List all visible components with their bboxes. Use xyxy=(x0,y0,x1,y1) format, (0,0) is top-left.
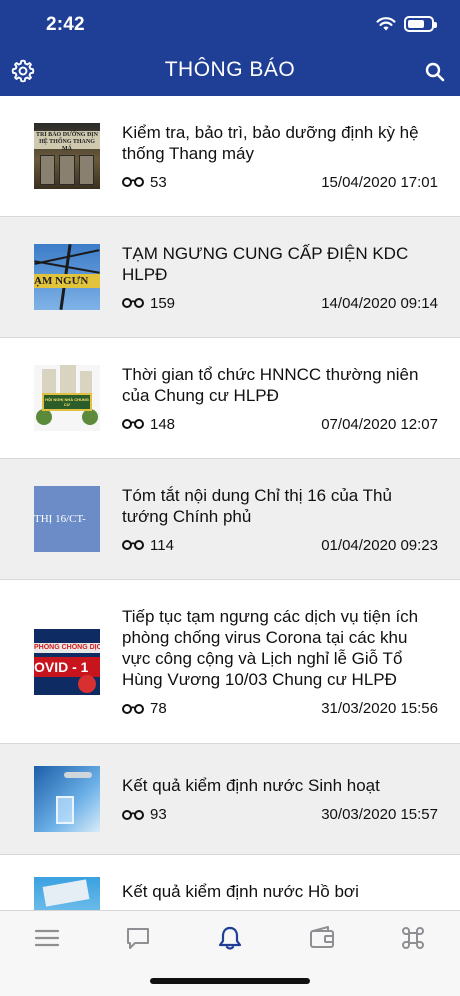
thumbnail-image xyxy=(34,877,100,910)
view-count: 53 xyxy=(150,173,167,191)
item-title: TẠM NGƯNG CUNG CẤP ĐIỆN KDC HLPĐ xyxy=(122,243,409,284)
thumbnail-text: ẠM NGƯN xyxy=(34,274,100,288)
glasses-icon xyxy=(122,419,144,429)
page-title: THÔNG BÁO xyxy=(164,58,296,81)
notification-list[interactable]: TRÌ BẢO DƯỠNG ĐỊN HỆ THỐNG THANG MÁ Kiểm… xyxy=(0,96,460,910)
bell-icon[interactable] xyxy=(216,925,244,951)
list-item[interactable]: TRÌ BẢO DƯỠNG ĐỊN HỆ THỐNG THANG MÁ Kiểm… xyxy=(0,96,460,217)
item-date: 30/03/2020 15:57 xyxy=(321,806,438,823)
item-date: 01/04/2020 09:23 xyxy=(321,536,438,554)
thumbnail-image: HỘI NGHỊ NHÀ CHUNG CƯ xyxy=(34,365,100,431)
glasses-icon xyxy=(122,703,144,714)
item-content: Thời gian tổ chức HNNCC thường niên của … xyxy=(100,364,460,433)
status-time: 2:42 xyxy=(46,14,85,35)
view-count: 159 xyxy=(150,294,176,312)
thumbnail-text: PHÒNG CHỐNG DỊCH BỆNH xyxy=(34,642,100,653)
item-meta: 93 30/03/2020 15:57 xyxy=(122,806,438,823)
wallet-icon[interactable] xyxy=(308,925,336,951)
item-meta: 53 15/04/2020 17:01 xyxy=(122,174,438,191)
command-icon[interactable] xyxy=(399,925,427,951)
item-title: Kiểm tra, bảo trì, bảo dưỡng định kỳ hệ … xyxy=(122,122,419,163)
menu-icon[interactable] xyxy=(33,925,61,951)
item-content: TẠM NGƯNG CUNG CẤP ĐIỆN KDC HLPĐ 159 14/… xyxy=(100,243,460,312)
thumbnail-text: HỘI NGHỊ NHÀ CHUNG CƯ xyxy=(45,397,89,407)
battery-icon xyxy=(404,16,437,32)
list-item[interactable]: Kết quả kiểm định nước Sinh hoạt 93 30/0… xyxy=(0,744,460,855)
item-title: Kết quả kiểm định nước Hồ bơi xyxy=(122,882,359,901)
item-content: Tiếp tục tạm ngưng các dịch vụ tiện ích … xyxy=(100,606,460,717)
home-indicator[interactable] xyxy=(150,978,310,984)
view-count: 148 xyxy=(150,415,176,433)
list-item[interactable]: THỊ 16/CT- Tóm tắt nội dung Chỉ thị 16 c… xyxy=(0,459,460,580)
glasses-icon xyxy=(122,177,144,187)
item-meta: 159 14/04/2020 09:14 xyxy=(122,295,438,312)
thumbnail-text: TRÌ BẢO DƯỠNG ĐỊN HỆ THỐNG THANG MÁ xyxy=(36,132,98,152)
thumbnail-image xyxy=(34,766,100,832)
item-date: 07/04/2020 12:07 xyxy=(321,415,438,433)
glasses-icon xyxy=(122,809,144,820)
glasses-icon xyxy=(122,540,144,550)
wifi-icon xyxy=(376,17,396,31)
item-meta: 114 01/04/2020 09:23 xyxy=(122,537,438,554)
view-count: 114 xyxy=(150,536,174,554)
thumbnail-image: THỊ 16/CT- xyxy=(34,486,100,552)
item-title: Tiếp tục tạm ngưng các dịch vụ tiện ích … xyxy=(122,607,419,689)
status-icons xyxy=(376,16,437,32)
glasses-icon xyxy=(122,298,144,308)
item-meta: 78 31/03/2020 15:56 xyxy=(122,700,438,717)
item-title: Thời gian tổ chức HNNCC thường niên của … xyxy=(122,364,419,405)
thumbnail-image: ẠM NGƯN xyxy=(34,244,100,310)
list-item[interactable]: HỘI NGHỊ NHÀ CHUNG CƯ Thời gian tổ chức … xyxy=(0,338,460,459)
item-title: Tóm tắt nội dung Chỉ thị 16 của Thủ tướn… xyxy=(122,485,392,526)
header: 2:42 THÔNG BÁO xyxy=(0,0,460,96)
item-title: Kết quả kiểm định nước Sinh hoạt xyxy=(122,776,380,795)
search-icon[interactable] xyxy=(424,61,446,83)
item-content: Kết quả kiểm định nước Sinh hoạt 93 30/0… xyxy=(100,775,460,823)
chat-icon[interactable] xyxy=(124,925,152,951)
battery-level xyxy=(408,20,424,28)
view-count: 93 xyxy=(150,806,167,823)
item-date: 31/03/2020 15:56 xyxy=(321,700,438,717)
thumbnail-text: THỊ 16/CT- xyxy=(34,513,86,525)
thumbnail-text-2: OVID - 1 xyxy=(34,656,100,677)
list-item[interactable]: PHÒNG CHỐNG DỊCH BỆNH OVID - 1 Tiếp tục … xyxy=(0,580,460,744)
item-date: 14/04/2020 09:14 xyxy=(321,294,438,312)
view-count: 78 xyxy=(150,700,167,717)
item-content: Kiểm tra, bảo trì, bảo dưỡng định kỳ hệ … xyxy=(100,122,460,191)
item-content: Kết quả kiểm định nước Hồ bơi xyxy=(100,877,460,902)
thumbnail-image: TRÌ BẢO DƯỠNG ĐỊN HỆ THỐNG THANG MÁ xyxy=(34,123,100,189)
item-date: 15/04/2020 17:01 xyxy=(321,173,438,191)
list-item[interactable]: Kết quả kiểm định nước Hồ bơi xyxy=(0,855,460,910)
thumbnail-image: PHÒNG CHỐNG DỊCH BỆNH OVID - 1 xyxy=(34,628,100,695)
item-content: Tóm tắt nội dung Chỉ thị 16 của Thủ tướn… xyxy=(100,485,460,554)
item-meta: 148 07/04/2020 12:07 xyxy=(122,416,438,433)
list-item[interactable]: ẠM NGƯN TẠM NGƯNG CUNG CẤP ĐIỆN KDC HLPĐ… xyxy=(0,217,460,338)
